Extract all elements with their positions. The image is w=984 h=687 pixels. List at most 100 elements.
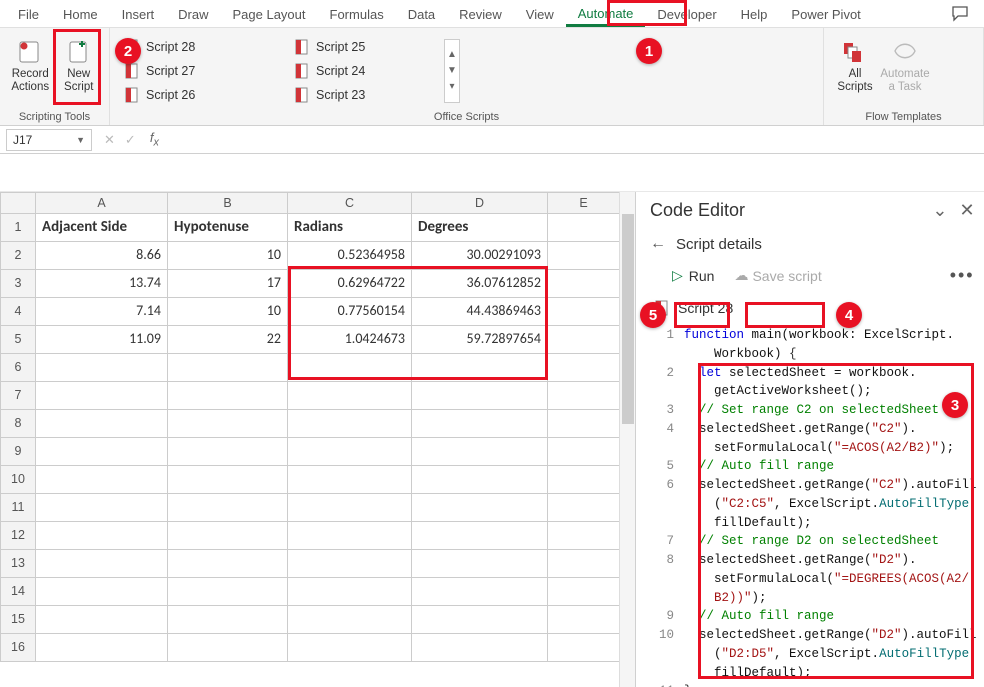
- row-header[interactable]: 16: [0, 634, 36, 662]
- empty-cell[interactable]: [168, 466, 288, 494]
- empty-cell[interactable]: [288, 354, 412, 382]
- data-cell[interactable]: 36.07612852: [412, 270, 548, 298]
- empty-cell[interactable]: [548, 354, 620, 382]
- empty-cell[interactable]: [412, 382, 548, 410]
- empty-cell[interactable]: [36, 466, 168, 494]
- row-header[interactable]: 14: [0, 578, 36, 606]
- empty-cell[interactable]: [288, 522, 412, 550]
- data-cell[interactable]: 17: [168, 270, 288, 298]
- empty-cell[interactable]: [288, 550, 412, 578]
- row-header[interactable]: 11: [0, 494, 36, 522]
- fx-icon[interactable]: fx: [144, 130, 165, 149]
- empty-cell[interactable]: [412, 606, 548, 634]
- data-cell[interactable]: 13.74: [36, 270, 168, 298]
- empty-cell[interactable]: [36, 410, 168, 438]
- empty-cell[interactable]: [288, 438, 412, 466]
- empty-cell[interactable]: [288, 606, 412, 634]
- empty-cell[interactable]: [412, 354, 548, 382]
- empty-cell[interactable]: [548, 438, 620, 466]
- row-header[interactable]: 10: [0, 466, 36, 494]
- empty-cell[interactable]: [548, 466, 620, 494]
- empty-cell[interactable]: [412, 494, 548, 522]
- row-header[interactable]: 15: [0, 606, 36, 634]
- empty-cell[interactable]: [412, 410, 548, 438]
- header-cell[interactable]: Hypotenuse: [168, 214, 288, 242]
- data-cell[interactable]: 30.00291093: [412, 242, 548, 270]
- tab-page-layout[interactable]: Page Layout: [221, 2, 318, 25]
- empty-cell[interactable]: [412, 578, 548, 606]
- empty-cell[interactable]: [412, 634, 548, 662]
- empty-cell[interactable]: [548, 410, 620, 438]
- data-cell[interactable]: 22: [168, 326, 288, 354]
- col-header[interactable]: B: [168, 192, 288, 214]
- empty-cell[interactable]: [548, 522, 620, 550]
- empty-cell[interactable]: [168, 354, 288, 382]
- data-cell[interactable]: 0.77560154: [288, 298, 412, 326]
- empty-cell[interactable]: [36, 494, 168, 522]
- empty-cell[interactable]: [288, 410, 412, 438]
- row-header[interactable]: 1: [0, 214, 36, 242]
- empty-cell[interactable]: [168, 494, 288, 522]
- empty-cell[interactable]: [168, 578, 288, 606]
- data-cell[interactable]: 44.43869463: [412, 298, 548, 326]
- row-header[interactable]: 2: [0, 242, 36, 270]
- tab-insert[interactable]: Insert: [110, 2, 167, 25]
- data-cell[interactable]: [548, 326, 620, 354]
- row-header[interactable]: 8: [0, 410, 36, 438]
- empty-cell[interactable]: [412, 438, 548, 466]
- empty-cell[interactable]: [168, 438, 288, 466]
- tab-developer[interactable]: Developer: [645, 2, 728, 25]
- run-button[interactable]: ▷ Run: [666, 265, 720, 286]
- col-header[interactable]: C: [288, 192, 412, 214]
- tab-view[interactable]: View: [514, 2, 566, 25]
- row-header[interactable]: 9: [0, 438, 36, 466]
- empty-cell[interactable]: [548, 550, 620, 578]
- empty-cell[interactable]: [36, 550, 168, 578]
- back-arrow-icon[interactable]: ←: [650, 235, 666, 253]
- empty-cell[interactable]: [288, 634, 412, 662]
- empty-cell[interactable]: [288, 382, 412, 410]
- chevron-down-icon[interactable]: ⌄: [932, 200, 947, 221]
- script-gallery-item[interactable]: Script 24: [294, 60, 434, 82]
- empty-cell[interactable]: [168, 634, 288, 662]
- data-cell[interactable]: 0.62964722: [288, 270, 412, 298]
- data-cell[interactable]: 7.14: [36, 298, 168, 326]
- header-cell[interactable]: [548, 214, 620, 242]
- header-cell[interactable]: Radians: [288, 214, 412, 242]
- script-gallery-item[interactable]: Script 25: [294, 36, 434, 58]
- tab-data[interactable]: Data: [396, 2, 447, 25]
- empty-cell[interactable]: [288, 494, 412, 522]
- spreadsheet[interactable]: ABCDE1Adjacent SideHypotenuseRadiansDegr…: [0, 192, 636, 687]
- tab-home[interactable]: Home: [51, 2, 110, 25]
- tab-review[interactable]: Review: [447, 2, 514, 25]
- empty-cell[interactable]: [36, 522, 168, 550]
- empty-cell[interactable]: [288, 466, 412, 494]
- script-gallery-item[interactable]: Script 26: [124, 84, 264, 106]
- data-cell[interactable]: 10: [168, 298, 288, 326]
- automate-task-button[interactable]: Automate a Task: [880, 32, 930, 100]
- row-header[interactable]: 3: [0, 270, 36, 298]
- col-header[interactable]: E: [548, 192, 620, 214]
- tab-power-pivot[interactable]: Power Pivot: [779, 2, 872, 25]
- col-header[interactable]: A: [36, 192, 168, 214]
- empty-cell[interactable]: [36, 354, 168, 382]
- tab-file[interactable]: File: [6, 2, 51, 25]
- empty-cell[interactable]: [168, 550, 288, 578]
- row-header[interactable]: 13: [0, 550, 36, 578]
- more-options-icon[interactable]: •••: [950, 265, 975, 286]
- empty-cell[interactable]: [548, 606, 620, 634]
- data-cell[interactable]: 1.0424673: [288, 326, 412, 354]
- row-header[interactable]: 5: [0, 326, 36, 354]
- empty-cell[interactable]: [548, 494, 620, 522]
- empty-cell[interactable]: [168, 410, 288, 438]
- data-cell[interactable]: 11.09: [36, 326, 168, 354]
- empty-cell[interactable]: [36, 382, 168, 410]
- empty-cell[interactable]: [36, 606, 168, 634]
- empty-cell[interactable]: [412, 522, 548, 550]
- row-header[interactable]: 12: [0, 522, 36, 550]
- close-icon[interactable]: ✕: [960, 200, 975, 221]
- data-cell[interactable]: 10: [168, 242, 288, 270]
- empty-cell[interactable]: [168, 606, 288, 634]
- vertical-scrollbar[interactable]: [619, 192, 635, 687]
- tab-draw[interactable]: Draw: [166, 2, 220, 25]
